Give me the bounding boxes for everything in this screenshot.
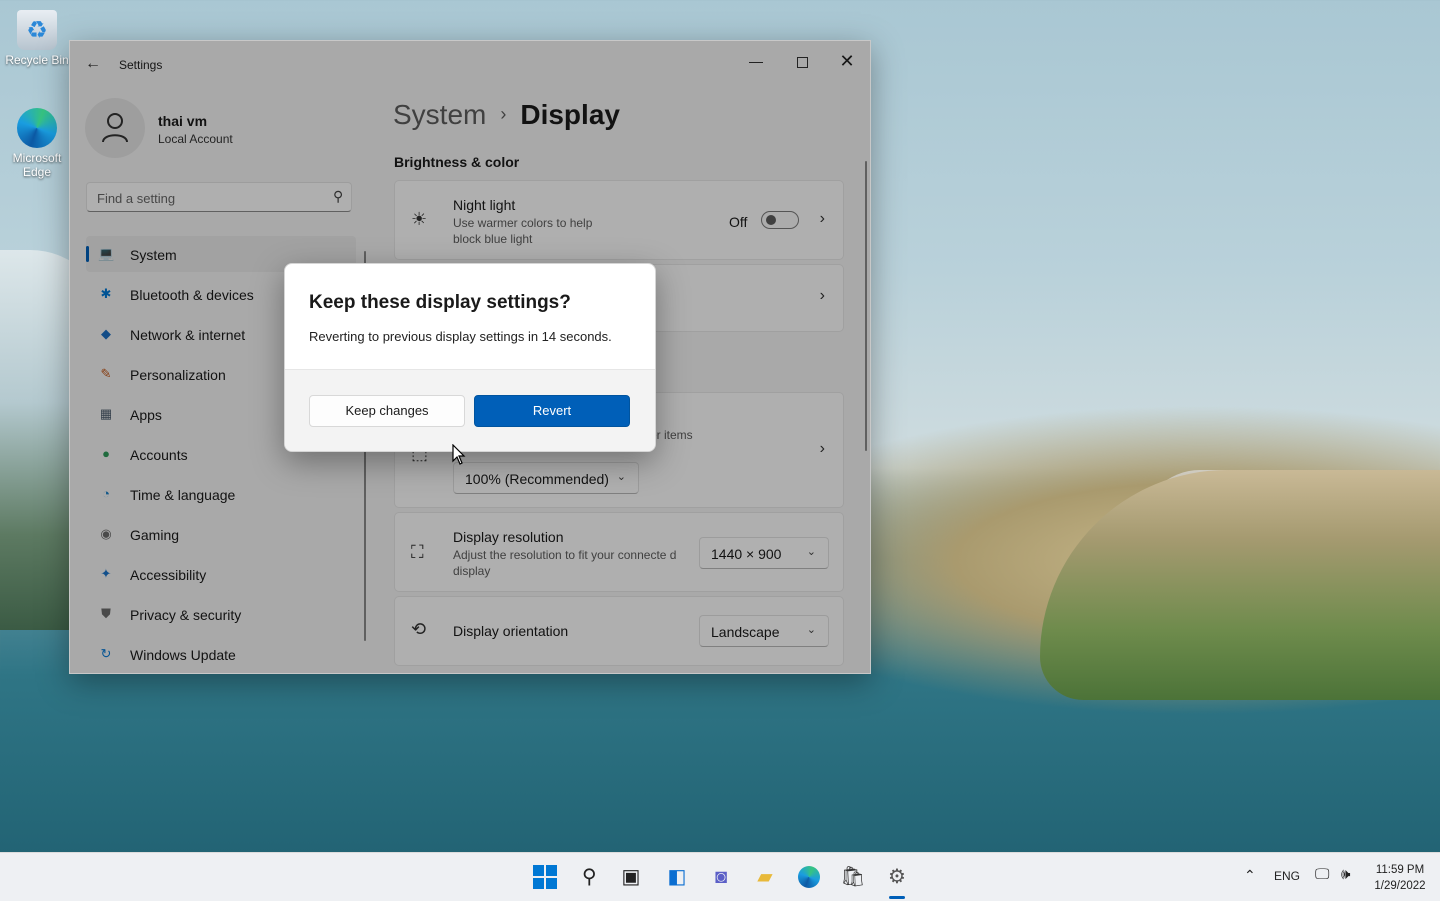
volume-icon[interactable]: 🕪 <box>1341 866 1350 883</box>
keep-settings-dialog: Keep these display settings? Reverting t… <box>284 263 656 452</box>
task-view-button[interactable]: ▣ <box>617 863 645 891</box>
language-indicator[interactable]: ENG <box>1274 869 1300 883</box>
tray-overflow-button[interactable]: ⌃ <box>1244 867 1256 884</box>
search-taskbar-button[interactable]: ⚲ <box>575 863 603 891</box>
active-app-indicator <box>889 896 905 899</box>
chat-button[interactable]: ◙ <box>707 863 735 891</box>
settings-taskbar-button[interactable]: ⚙ <box>883 863 911 891</box>
file-explorer-button[interactable]: ▰ <box>751 863 779 891</box>
recycle-bin-icon <box>17 10 57 50</box>
dialog-footer: Keep changes Revert <box>285 369 655 451</box>
search-icon: ⚲ <box>581 866 597 888</box>
edge-icon <box>17 108 57 148</box>
revert-button[interactable]: Revert <box>474 395 630 427</box>
gear-icon: ⚙ <box>888 866 906 888</box>
edge-icon <box>798 866 820 888</box>
widgets-icon: ◧ <box>667 866 687 888</box>
network-icon[interactable]: 🖵 <box>1315 866 1329 883</box>
keep-changes-button[interactable]: Keep changes <box>309 395 465 427</box>
clock-date: 1/29/2022 <box>1374 880 1426 892</box>
clock[interactable]: 11:59 PM 1/29/2022 <box>1368 862 1432 894</box>
chevron-up-icon: ⌃ <box>1244 867 1256 883</box>
widgets-button[interactable]: ◧ <box>663 863 691 891</box>
desktop-icon-label: Recycle Bin <box>5 53 69 67</box>
dialog-title: Keep these display settings? <box>309 292 571 313</box>
store-button[interactable]: 🛍 <box>839 863 867 891</box>
store-bag-icon: 🛍 <box>840 866 866 888</box>
task-view-icon: ▣ <box>621 866 641 888</box>
mouse-cursor-icon <box>452 444 466 465</box>
dialog-message: Reverting to previous display settings i… <box>309 329 612 344</box>
chat-icon: ◙ <box>714 866 728 888</box>
desktop-icon-recycle-bin[interactable]: Recycle Bin <box>5 10 69 67</box>
wallpaper-hill-right <box>1040 470 1440 700</box>
clock-time: 11:59 PM <box>1375 864 1425 876</box>
edge-taskbar-button[interactable] <box>795 863 823 891</box>
desktop-icon-label: Microsoft Edge <box>12 151 62 179</box>
taskbar: ⚲ ▣ ◧ ◙ ▰ 🛍 ⚙ ⌃ ENG 🖵 🕪 11:59 PM 1/29/20… <box>0 852 1440 901</box>
desktop-icon-edge[interactable]: Microsoft Edge <box>5 108 69 179</box>
windows-logo-icon <box>533 865 557 889</box>
folder-icon: ▰ <box>757 866 773 888</box>
start-button[interactable] <box>531 863 559 891</box>
